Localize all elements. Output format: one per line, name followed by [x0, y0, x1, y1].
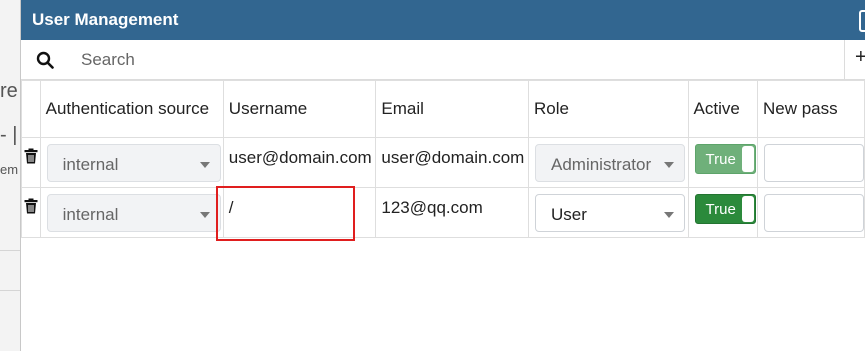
- role-select[interactable]: Administrator: [534, 144, 685, 182]
- column-header-auth-source[interactable]: Authentication source: [39, 80, 224, 138]
- dialog-titlebar[interactable]: User Management: [21, 0, 865, 40]
- window-control-button[interactable]: [859, 10, 865, 32]
- email-cell[interactable]: 123@qq.com: [377, 189, 528, 219]
- active-toggle[interactable]: True: [694, 144, 756, 174]
- role-select[interactable]: User: [534, 194, 685, 232]
- column-header-active[interactable]: Active: [687, 80, 758, 138]
- caret-down-icon: [199, 162, 210, 168]
- background-divider: [0, 290, 20, 291]
- background-divider: [0, 250, 20, 251]
- username-cell[interactable]: /: [224, 189, 375, 219]
- active-value: True: [705, 201, 736, 218]
- caret-down-icon: [663, 212, 674, 218]
- trash-icon[interactable]: [22, 139, 39, 165]
- role-value: Administrator: [550, 155, 652, 174]
- auth-source-select[interactable]: internal: [46, 194, 221, 232]
- trash-icon[interactable]: [22, 189, 39, 215]
- toggle-knob: [741, 146, 754, 172]
- search-bar-divider: [844, 40, 845, 80]
- role-value: User: [550, 205, 587, 224]
- active-value: True: [705, 151, 736, 168]
- table-row: internal user@domain.com user@domain.com…: [21, 137, 865, 188]
- caret-down-icon: [199, 212, 210, 218]
- background-text-fragment: re: [0, 80, 18, 102]
- table-header-row: Authentication source Username Email Rol…: [21, 80, 865, 138]
- column-header-role[interactable]: Role: [527, 80, 689, 138]
- users-table: Authentication source Username Email Rol…: [21, 80, 865, 238]
- toggle-knob: [741, 196, 754, 222]
- search-bar: +: [21, 40, 865, 80]
- search-input[interactable]: [69, 49, 769, 70]
- search-icon: [21, 51, 69, 69]
- active-toggle[interactable]: True: [694, 194, 756, 224]
- background-text-fragment: em: [0, 162, 19, 177]
- new-password-field[interactable]: [763, 144, 864, 182]
- column-header-email[interactable]: Email: [375, 80, 529, 138]
- username-cell[interactable]: user@domain.com: [224, 139, 375, 169]
- column-header-new-password[interactable]: New pass: [756, 80, 865, 138]
- column-header-actions: [21, 80, 41, 138]
- column-header-username[interactable]: Username: [222, 80, 377, 138]
- table-row: internal / 123@qq.com User True: [21, 187, 865, 238]
- background-page: re - | em: [0, 0, 20, 351]
- add-user-button[interactable]: +: [855, 46, 865, 69]
- auth-source-value: internal: [62, 155, 119, 174]
- user-management-dialog: User Management + Authentication source …: [20, 0, 865, 351]
- background-text-fragment: - |: [0, 124, 18, 146]
- dialog-title: User Management: [32, 10, 179, 29]
- new-password-field[interactable]: [763, 194, 864, 232]
- auth-source-value: internal: [62, 205, 119, 224]
- caret-down-icon: [663, 162, 674, 168]
- auth-source-select[interactable]: internal: [46, 144, 221, 182]
- email-cell[interactable]: user@domain.com: [377, 139, 528, 169]
